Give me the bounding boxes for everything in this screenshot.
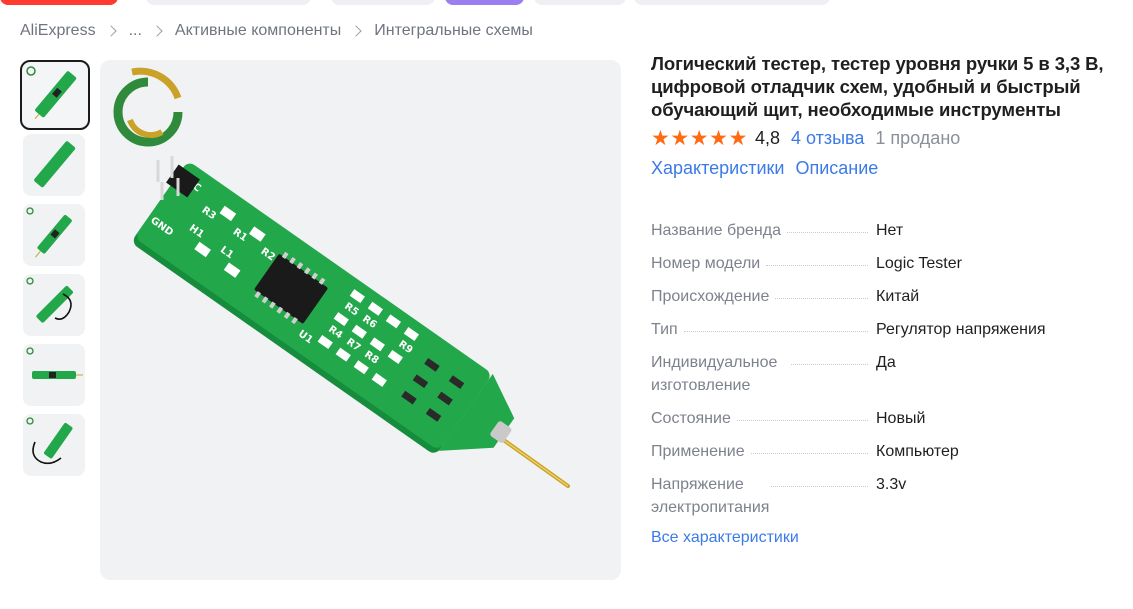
spec-list: Название бренда Нет Номер модели Logic T… — [651, 219, 1121, 519]
spec-key: Состояние — [651, 407, 737, 430]
logic-tester-pcb-image: VCC GND R3 H1 R1 L1 R2 U1 R5 R6 R4 R7 R8… — [113, 67, 570, 488]
breadcrumb-item-aliexpress[interactable]: AliExpress — [20, 22, 96, 40]
star-icon: ★ — [709, 126, 728, 150]
breadcrumb-item-active-components[interactable]: Активные компоненты — [175, 22, 341, 40]
thumbnail-2[interactable] — [23, 134, 85, 196]
thumbnail-list — [20, 60, 90, 484]
spec-key: Тип — [651, 318, 684, 341]
spec-value: 3.3v — [876, 476, 907, 493]
spec-row: Номер модели Logic Tester — [651, 252, 1121, 275]
spec-dots — [771, 473, 868, 487]
spec-row: Применение Компьютер — [651, 440, 1121, 463]
chip[interactable] — [331, 0, 435, 5]
spec-row: Тип Регулятор напряжения — [651, 318, 1121, 341]
spec-dots — [775, 285, 868, 299]
spec-dots — [736, 407, 868, 421]
rating-value: 4,8 — [754, 127, 780, 148]
chevron-right-icon — [104, 25, 117, 37]
pcb-thumbnail-image — [26, 277, 73, 323]
chip[interactable] — [146, 0, 311, 5]
spec-value: Да — [876, 354, 896, 371]
spec-row: Состояние Новый — [651, 407, 1121, 430]
pcb-thumbnail-image — [26, 417, 73, 465]
spec-value: Китай — [876, 288, 920, 305]
star-icon: ★ — [670, 126, 690, 150]
spec-dots — [750, 440, 868, 454]
product-title: Логический тестер, тестер уровня ручки 5… — [651, 53, 1104, 120]
breadcrumb: AliExpress ... Активные компоненты Интег… — [20, 22, 533, 40]
pcb-thumbnail-image — [34, 141, 76, 188]
spec-row: Название бренда Нет — [651, 219, 1121, 242]
breadcrumb-item-ellipsis[interactable]: ... — [129, 22, 142, 40]
tab-characteristics[interactable]: Характеристики — [651, 158, 784, 179]
main-product-image[interactable]: VCC GND R3 H1 R1 L1 R2 U1 R5 R6 R4 R7 R8… — [100, 60, 621, 580]
chevron-right-icon — [151, 25, 163, 37]
spec-row: Индивидуальное изготовление Да — [651, 351, 1121, 397]
spec-value: Регулятор напряжения — [876, 321, 1046, 338]
chip[interactable] — [634, 0, 830, 5]
top-filter-chips — [0, 0, 1133, 6]
rating-stars: ★ ★ ★ ★ ★ — [651, 126, 748, 150]
info-tabs: Характеристики Описание — [651, 158, 1121, 179]
spec-row: Напряжение электропитания 3.3v — [651, 473, 1121, 519]
thumbnail-6[interactable] — [23, 414, 85, 476]
brand-logo — [113, 67, 183, 147]
thumbnail-4[interactable] — [23, 274, 85, 336]
chevron-right-icon — [350, 25, 362, 37]
chip[interactable] — [0, 0, 118, 5]
chip[interactable] — [445, 0, 524, 5]
thumbnail-5[interactable] — [23, 344, 85, 406]
thumbnail-1[interactable] — [20, 60, 90, 130]
spec-dots — [766, 252, 868, 266]
rating-row: ★ ★ ★ ★ ★ 4,8 4 отзыва 1 продано — [651, 127, 1121, 149]
tab-description[interactable]: Описание — [795, 158, 878, 179]
spec-key: Индивидуальное изготовление — [651, 351, 791, 397]
pcb-thumbnail-image — [26, 347, 83, 379]
spec-dots — [683, 318, 868, 332]
pcb-thumbnail-image — [26, 207, 72, 258]
sold-count: 1 продано — [875, 127, 961, 148]
spec-key: Название бренда — [651, 219, 787, 242]
spec-dots — [791, 351, 868, 365]
spec-key: Напряжение электропитания — [651, 473, 771, 519]
spec-value: Logic Tester — [876, 255, 962, 272]
breadcrumb-item-integrated-circuits[interactable]: Интегральные схемы — [374, 22, 533, 40]
spec-value: Нет — [876, 222, 904, 239]
reviews-link[interactable]: 4 отзыва — [791, 128, 864, 149]
spec-dots — [786, 219, 868, 233]
spec-key: Применение — [651, 440, 751, 463]
spec-value: Компьютер — [876, 443, 959, 460]
star-icon: ★ — [689, 126, 709, 150]
spec-key: Номер модели — [651, 252, 767, 275]
spec-row: Происхождение Китай — [651, 285, 1121, 308]
thumbnail-3[interactable] — [23, 204, 85, 266]
product-info: Логический тестер, тестер уровня ручки 5… — [651, 52, 1121, 547]
star-icon: ★ — [651, 126, 670, 150]
all-specs-link[interactable]: Все характеристики — [651, 529, 799, 546]
spec-value: Новый — [876, 410, 926, 427]
pcb-thumbnail-image — [26, 66, 77, 120]
chip[interactable] — [534, 0, 626, 5]
spec-key: Происхождение — [651, 285, 776, 308]
star-icon: ★ — [728, 126, 748, 150]
